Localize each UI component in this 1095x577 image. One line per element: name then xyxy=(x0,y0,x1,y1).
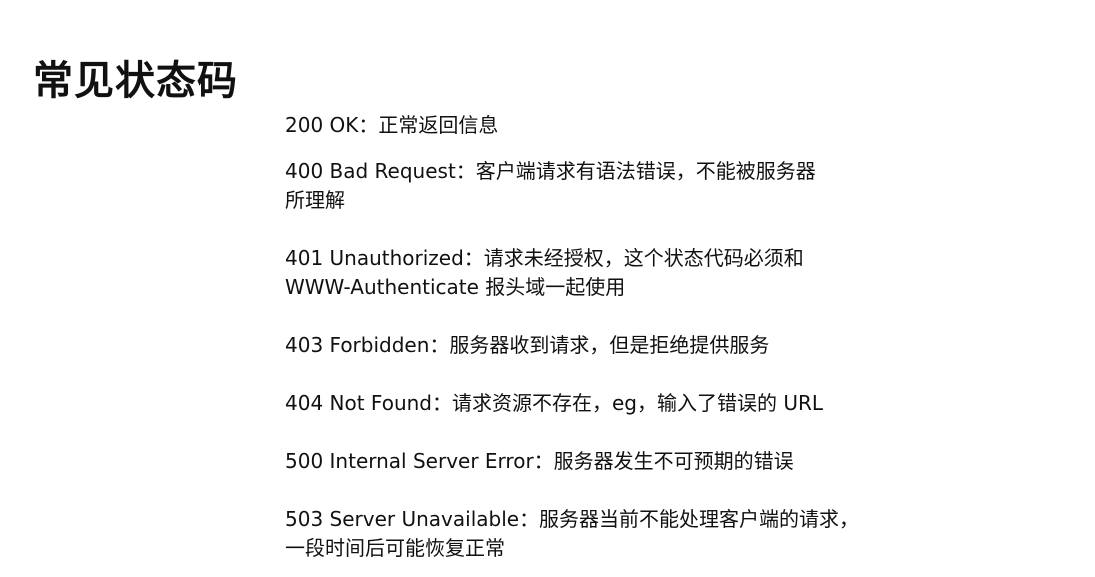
status-item-403: 403 Forbidden：服务器收到请求，但是拒绝提供服务 xyxy=(285,331,875,360)
status-item-500: 500 Internal Server Error：服务器发生不可预期的错误 xyxy=(285,447,875,476)
status-item-404: 404 Not Found：请求资源不存在，eg，输入了错误的 URL xyxy=(285,389,875,418)
page-title: 常见状态码 xyxy=(33,57,238,104)
status-item-503: 503 Server Unavailable：服务器当前不能处理客户端的请求， … xyxy=(285,505,875,563)
status-item-text: 401 Unauthorized：请求未经授权，这个状态代码必须和 xyxy=(285,246,804,270)
status-item-text: 403 Forbidden：服务器收到请求，但是拒绝提供服务 xyxy=(285,333,770,357)
status-item-401: 401 Unauthorized：请求未经授权，这个状态代码必须和 WWW-Au… xyxy=(285,244,875,302)
status-item-400: 400 Bad Request：客户端请求有语法错误，不能被服务器 所理解 xyxy=(285,157,875,215)
status-item-text: 200 OK：正常返回信息 xyxy=(285,113,499,137)
status-item-text-continued: WWW-Authenticate 报头域一起使用 xyxy=(285,275,626,299)
status-item-text: 503 Server Unavailable：服务器当前不能处理客户端的请求， xyxy=(285,507,860,531)
status-item-200: 200 OK：正常返回信息 xyxy=(285,111,875,140)
status-item-text-continued: 一段时间后可能恢复正常 xyxy=(285,536,505,560)
status-item-text: 400 Bad Request：客户端请求有语法错误，不能被服务器 xyxy=(285,159,816,183)
status-item-text-continued: 所理解 xyxy=(285,188,345,212)
status-item-text: 404 Not Found：请求资源不存在，eg，输入了错误的 URL xyxy=(285,391,824,415)
status-item-text: 500 Internal Server Error：服务器发生不可预期的错误 xyxy=(285,449,794,473)
